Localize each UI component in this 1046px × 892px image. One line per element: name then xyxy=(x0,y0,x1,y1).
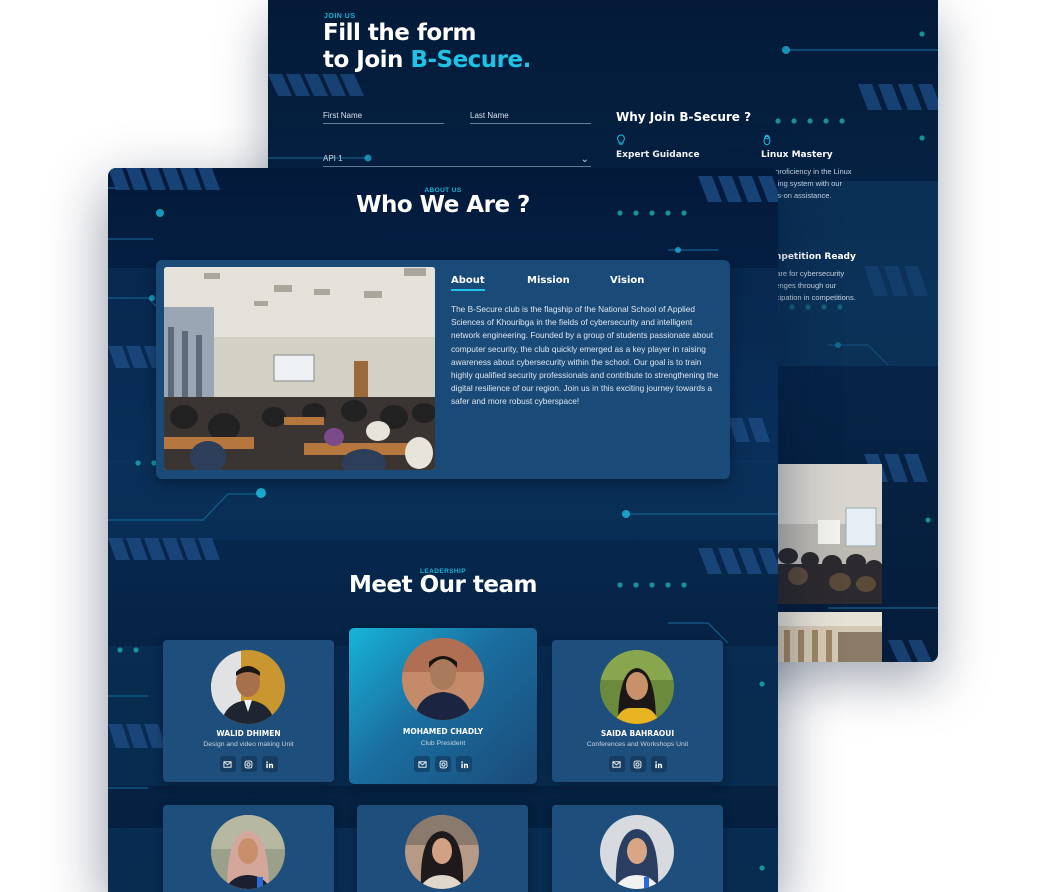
tab-vision[interactable]: Vision xyxy=(610,275,644,286)
instagram-icon[interactable] xyxy=(629,756,646,772)
avatar xyxy=(211,815,285,889)
member-name: MOHAMED CHADLY xyxy=(402,727,484,736)
member-name: SAIDA BAHRAOUI xyxy=(600,729,675,738)
last-name-label: Last Name xyxy=(470,111,509,120)
member-name: WALID DHIMEN xyxy=(216,729,281,738)
team-member-card-featured[interactable]: MOHAMED CHADLY Club President xyxy=(349,628,537,784)
why-item-title: mpetition Ready xyxy=(772,252,856,262)
about-page-preview: ABOUT US Who We Are ? About Mission Visi… xyxy=(108,168,778,892)
linkedin-icon[interactable] xyxy=(261,756,278,772)
first-name-label: First Name xyxy=(323,111,363,120)
mail-icon[interactable] xyxy=(414,756,430,772)
team-member-card[interactable]: WALID DHIMEN Design and video making Uni… xyxy=(163,640,334,782)
mail-icon[interactable] xyxy=(608,756,625,772)
avatar xyxy=(211,650,285,724)
social-links xyxy=(552,756,723,772)
why-item-text: n proficiency in the Linux rating system… xyxy=(769,167,852,200)
brand-name: B-Secure. xyxy=(410,47,531,73)
last-name-field[interactable]: Last Name xyxy=(470,110,591,124)
about-description: The B-Secure club is the flagship of the… xyxy=(451,304,719,407)
social-links xyxy=(349,756,537,772)
mail-icon[interactable] xyxy=(219,756,236,772)
join-eyebrow: JOIN US xyxy=(324,13,356,20)
team-member-card[interactable] xyxy=(163,805,334,892)
join-title: Fill the form to Join B-Secure. xyxy=(323,20,531,74)
why-item-text: pare for cybersecurity llenges through o… xyxy=(772,269,856,302)
team-member-card[interactable] xyxy=(552,805,723,892)
why-item-title: Expert Guidance xyxy=(616,150,700,160)
about-title: Who We Are ? xyxy=(356,192,530,218)
member-role: Club President xyxy=(420,740,466,747)
linux-icon xyxy=(762,134,772,149)
page-stage: JOIN US Fill the form to Join B-Secure. … xyxy=(0,0,1046,892)
about-card: About Mission Vision The B-Secure club i… xyxy=(156,260,730,479)
join-title-line1: Fill the form xyxy=(323,20,476,46)
instagram-icon[interactable] xyxy=(435,756,451,772)
tab-mission[interactable]: Mission xyxy=(527,275,570,286)
social-links xyxy=(163,756,334,772)
avatar xyxy=(600,650,674,724)
team-member-card[interactable] xyxy=(357,805,528,892)
team-title: Meet Our team xyxy=(349,572,537,598)
lightbulb-icon xyxy=(616,134,626,149)
team-member-card[interactable]: SAIDA BAHRAOUI Conferences and Workshops… xyxy=(552,640,723,782)
tab-about[interactable]: About xyxy=(451,275,485,291)
why-join-title: Why Join B-Secure ? xyxy=(616,110,752,124)
avatar xyxy=(405,815,479,889)
member-role: Conferences and Workshops Unit xyxy=(586,741,689,748)
about-tabs: About Mission Vision xyxy=(451,275,711,293)
gallery-photo xyxy=(778,612,882,662)
linkedin-icon[interactable] xyxy=(650,756,667,772)
avatar xyxy=(600,815,674,889)
join-title-line2: to Join B-Secure. xyxy=(323,47,531,74)
instagram-icon[interactable] xyxy=(240,756,257,772)
member-role: Design and video making Unit xyxy=(203,741,294,748)
avatar xyxy=(402,638,484,720)
class-select-value: API 1 xyxy=(323,154,343,163)
class-select[interactable]: API 1 xyxy=(323,153,591,167)
first-name-field[interactable]: First Name xyxy=(323,110,444,124)
linkedin-icon[interactable] xyxy=(456,756,472,772)
why-item-title: Linux Mastery xyxy=(761,150,833,160)
gallery-photo xyxy=(778,464,882,604)
join-title-prefix: to Join xyxy=(323,47,411,73)
club-session-photo xyxy=(164,267,435,470)
